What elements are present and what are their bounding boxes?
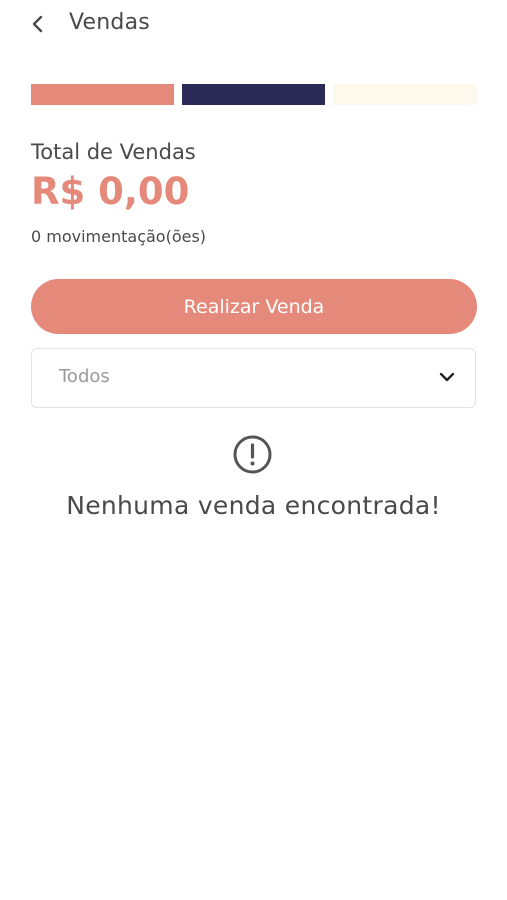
color-bars xyxy=(31,84,477,105)
empty-state-message: Nenhuma venda encontrada! xyxy=(66,491,441,520)
header: Vendas xyxy=(0,0,507,50)
chevron-left-icon xyxy=(32,15,43,33)
color-bar-1 xyxy=(31,84,174,105)
back-button[interactable] xyxy=(26,12,50,36)
chevron-down-icon xyxy=(439,372,455,382)
color-bar-3 xyxy=(333,84,477,105)
sales-screen: Vendas Total de Vendas R$ 0,00 0 movimen… xyxy=(0,0,507,900)
color-bar-2 xyxy=(182,84,325,105)
make-sale-button[interactable]: Realizar Venda xyxy=(31,279,477,334)
filter-selected-value: Todos xyxy=(59,366,110,387)
page-title: Vendas xyxy=(69,10,150,35)
movements-count: 0 movimentação(ões) xyxy=(31,227,207,246)
total-sales-label: Total de Vendas xyxy=(31,140,196,164)
alert-circle-icon xyxy=(233,435,272,474)
filter-dropdown[interactable]: Todos xyxy=(31,348,476,408)
total-sales-value: R$ 0,00 xyxy=(31,170,190,213)
